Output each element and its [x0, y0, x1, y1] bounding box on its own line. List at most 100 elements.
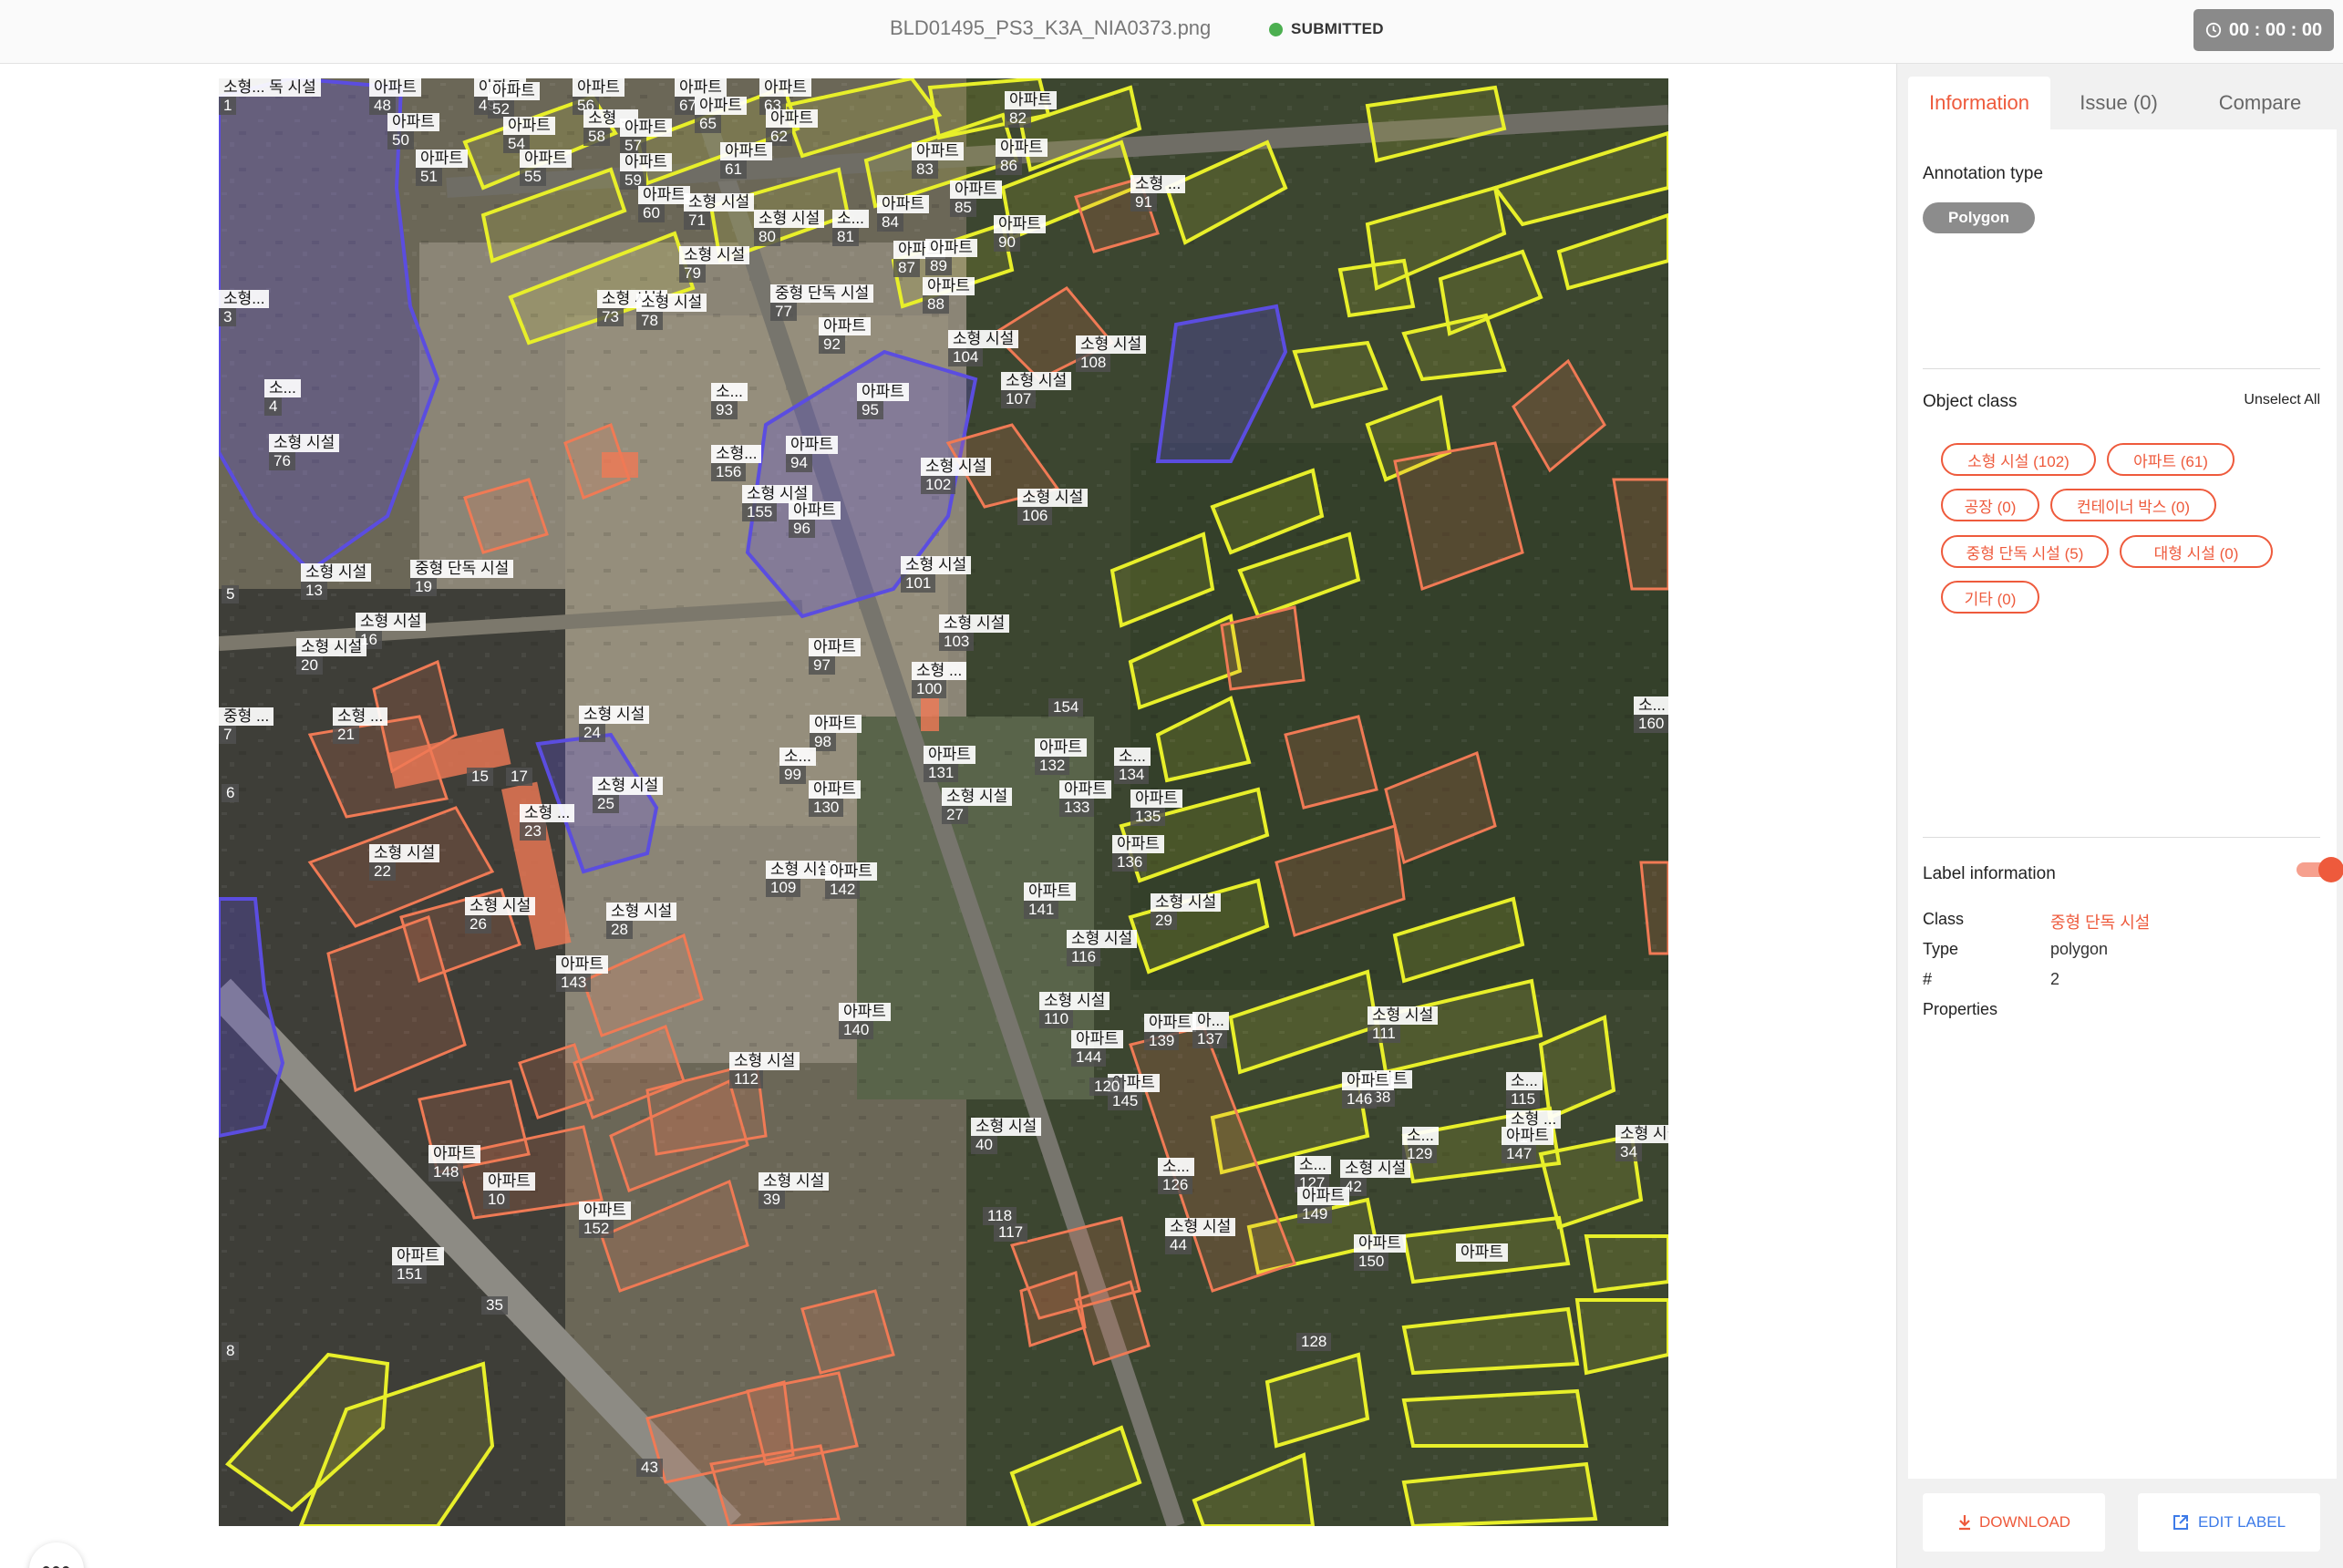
annotation-label[interactable]: 소형 시설 104 [948, 330, 1019, 366]
annotation-label[interactable]: 소형 시설 26 [465, 897, 536, 934]
annotation-label[interactable]: 아파트 141 [1024, 882, 1076, 919]
annotation-label[interactable]: 소형 시설 107 [1001, 372, 1072, 408]
annotation-label[interactable]: 소형 시설 78 [636, 294, 707, 330]
annotation-number-label[interactable]: 118 [983, 1207, 1017, 1225]
annotation-number-label[interactable]: 154 [1048, 698, 1084, 717]
annotation-label[interactable]: 아파트 149 [1297, 1187, 1349, 1223]
annotation-label[interactable]: 소형 시설 76 [269, 434, 340, 470]
unselect-all-button[interactable]: Unselect All [2244, 392, 2320, 408]
annotation-label[interactable]: 소... 93 [711, 383, 748, 419]
annotation-number-label[interactable]: 6 [222, 784, 240, 802]
class-chip[interactable]: 기타 (0) [1941, 581, 2039, 614]
annotation-label[interactable]: 아파트 152 [579, 1202, 631, 1238]
annotation-label[interactable]: 소형 시설 101 [901, 556, 972, 593]
annotation-label[interactable]: 아파트 146 [1342, 1072, 1394, 1109]
annotation-label[interactable]: 아파트 85 [950, 181, 1002, 217]
annotation-label[interactable]: 아파트 [1456, 1243, 1508, 1262]
annotation-label[interactable]: 소형 시설 71 [684, 193, 755, 230]
annotation-label[interactable]: 소형 시설 25 [593, 777, 664, 813]
annotation-number-label[interactable]: 17 [506, 768, 532, 786]
annotation-label[interactable]: 아파트 83 [912, 142, 964, 179]
annotation-label[interactable]: 소형 ... 91 [1130, 175, 1186, 211]
annotation-label[interactable]: 아파트 65 [695, 97, 747, 133]
annotation-label[interactable]: 소형... 156 [711, 445, 762, 481]
class-chip[interactable]: 아파트 (61) [2107, 443, 2235, 476]
tab-compare[interactable]: Compare [2187, 77, 2333, 129]
annotation-number-label[interactable]: 5 [222, 585, 240, 603]
annotation-label[interactable]: 아파트 143 [556, 955, 608, 992]
annotation-label[interactable]: 아파트 61 [720, 142, 772, 179]
annotation-label[interactable]: 소형 ... 23 [520, 804, 575, 841]
annotation-label[interactable]: 소형 시설 112 [729, 1052, 800, 1088]
annotation-number-label[interactable]: 117 [994, 1223, 1028, 1242]
more-options-button[interactable]: ••• [29, 1542, 84, 1568]
annotation-label[interactable]: 소형 시설 20 [296, 638, 367, 675]
annotation-label[interactable]: 소형 시설 116 [1067, 930, 1138, 966]
annotation-label[interactable]: 소형... 3 [219, 290, 270, 326]
edit-label-button[interactable]: EDIT LABEL [2138, 1493, 2320, 1552]
satellite-image[interactable]: 소형... 독 시설1아파트48아파트49아파트52아파트56아파트67아파트6… [219, 78, 1668, 1526]
annotation-label[interactable]: 아파트 82 [1005, 91, 1057, 128]
annotation-label[interactable]: 중형 단독 시설 19 [410, 560, 514, 596]
tab-information[interactable]: Information [1908, 77, 2050, 129]
annotation-label[interactable]: 아파트 95 [857, 383, 909, 419]
annotation-number-label[interactable]: 8 [222, 1342, 240, 1360]
annotation-label[interactable]: 아파트 132 [1035, 738, 1087, 775]
annotation-label[interactable]: 소형 시설 102 [921, 458, 992, 494]
class-chip[interactable]: 중형 단독 시설 (5) [1941, 535, 2109, 568]
annotation-label[interactable]: 소형 시설 80 [754, 210, 825, 246]
annotation-label[interactable]: 소형 시설 28 [606, 903, 677, 939]
annotation-label[interactable]: 아파트 96 [789, 501, 841, 538]
annotation-label[interactable]: 아파트 97 [809, 638, 861, 675]
annotation-label[interactable]: 아파트 89 [925, 239, 977, 275]
class-chip[interactable]: 대형 시설 (0) [2120, 535, 2273, 568]
annotation-label[interactable]: 아파트 10 [483, 1172, 535, 1209]
annotation-label[interactable]: 아파트 135 [1130, 789, 1182, 826]
annotation-label[interactable]: 아파트 86 [996, 139, 1048, 175]
tab-issue[interactable]: Issue (0) [2050, 77, 2187, 129]
annotation-label[interactable]: 아파트 54 [503, 117, 555, 153]
annotation-label[interactable]: 소... 4 [264, 379, 301, 416]
annotation-number-label[interactable]: 43 [636, 1459, 663, 1477]
annotation-label[interactable]: 아파트 90 [994, 215, 1046, 252]
annotation-label[interactable]: 아... 137 [1192, 1012, 1229, 1048]
annotation-label[interactable]: 아파트 48 [369, 78, 421, 115]
annotation-label[interactable]: 아파트 130 [809, 780, 861, 817]
annotation-label[interactable]: 소형... 독 시설 1 [219, 78, 321, 115]
annotation-label[interactable]: 소형 ... 21 [333, 707, 388, 744]
annotation-label[interactable]: 아파트 98 [810, 715, 862, 751]
annotation-type-chip[interactable]: Polygon [1923, 202, 2036, 233]
annotation-label[interactable]: 아파트 148 [428, 1145, 480, 1181]
annotation-number-label[interactable]: 35 [481, 1296, 508, 1315]
annotation-label[interactable]: 아파트 57 [620, 119, 672, 155]
annotation-label[interactable]: 아파트 151 [392, 1247, 444, 1284]
annotation-label[interactable]: 소... 129 [1402, 1127, 1439, 1163]
timer-button[interactable]: 00 : 00 : 00 [2193, 9, 2334, 51]
annotation-label[interactable]: 소... 126 [1158, 1158, 1194, 1194]
class-chip[interactable]: 소형 시설 (102) [1941, 443, 2096, 476]
annotation-number-label[interactable]: 120 [1089, 1078, 1125, 1096]
annotation-label[interactable]: 소형 시설 40 [971, 1118, 1042, 1154]
annotation-label[interactable]: 소형 시설 13 [301, 563, 372, 600]
annotation-label[interactable]: 소... 99 [779, 748, 816, 784]
annotation-label[interactable]: 아파트 133 [1059, 780, 1111, 817]
class-chip[interactable]: 공장 (0) [1941, 489, 2039, 521]
annotation-label[interactable]: 아파트 51 [416, 150, 468, 186]
annotation-label[interactable]: 소형 시설 22 [369, 844, 440, 881]
annotation-label[interactable]: 소형 ... 100 [912, 662, 967, 698]
annotation-label[interactable]: 소형 시설34 [1615, 1125, 1668, 1161]
annotation-label[interactable]: 소형 시설 29 [1151, 893, 1222, 930]
annotation-label[interactable]: 아파트 144 [1071, 1030, 1123, 1067]
annotation-label[interactable]: 소형 시설 44 [1165, 1218, 1236, 1254]
annotation-label[interactable]: 소형 시설 103 [939, 614, 1010, 651]
annotation-label[interactable]: 아파트 60 [638, 186, 690, 222]
annotation-label[interactable]: 소형 시설 79 [679, 246, 750, 283]
annotation-label[interactable]: 아파트 140 [839, 1003, 891, 1039]
annotation-label[interactable]: 아파트 94 [786, 436, 838, 472]
annotation-label[interactable]: 아파트 150 [1354, 1234, 1406, 1271]
annotation-label[interactable]: 아파트 147 [1502, 1127, 1553, 1163]
annotation-label[interactable]: 아파트 52 [488, 82, 540, 119]
annotation-label[interactable]: 소형 시설 110 [1039, 992, 1110, 1028]
annotation-label[interactable]: 소... 134 [1114, 748, 1151, 784]
annotation-number-label[interactable]: 128 [1296, 1333, 1332, 1351]
